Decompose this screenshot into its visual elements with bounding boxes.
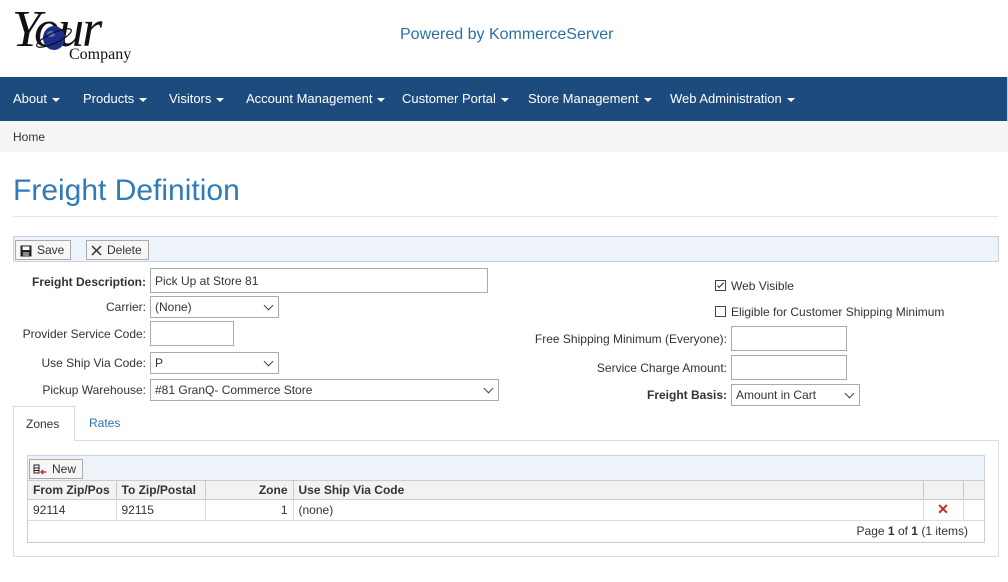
header: Your Company Powered by KommerceServer	[0, 0, 1008, 77]
save-button[interactable]: Save	[15, 240, 72, 260]
title-divider	[13, 216, 998, 217]
provider-service-code-input[interactable]	[150, 321, 234, 346]
close-icon	[91, 245, 102, 256]
nav-visitors[interactable]: Visitors	[169, 91, 225, 106]
globe-icon	[36, 26, 72, 50]
nav-account-management-label: Account Management	[246, 91, 373, 106]
freight-description-label: Freight Description:	[31, 275, 146, 289]
pickup-warehouse-select[interactable]: #81 GranQ- Commerce Store	[150, 379, 499, 401]
column-header-spacer	[963, 481, 984, 500]
delete-button-label: Delete	[107, 243, 142, 257]
breadcrumb-home[interactable]: Home	[13, 130, 45, 144]
nav-customer-portal[interactable]: Customer Portal	[402, 91, 509, 106]
column-header-to-zip[interactable]: To Zip/Postal	[116, 481, 206, 500]
chevron-down-icon	[844, 388, 855, 399]
nav-visitors-label: Visitors	[169, 91, 212, 106]
form-toolbar: Save Delete	[13, 236, 999, 262]
caret-down-icon	[786, 97, 795, 102]
nav-web-administration-label: Web Administration	[670, 91, 782, 106]
web-visible-label: Web Visible	[731, 279, 794, 293]
pickup-warehouse-value: #81 GranQ- Commerce Store	[155, 383, 313, 397]
chevron-down-icon	[263, 300, 274, 311]
chevron-down-icon	[263, 356, 274, 367]
cell-zone: 1	[205, 499, 294, 521]
use-ship-via-code-value: P	[155, 356, 164, 370]
table-row[interactable]: 92114 92115 1 (none) ✕	[28, 499, 984, 521]
nav-store-management[interactable]: Store Management	[528, 91, 652, 106]
eligible-customer-shipping-minimum-label: Eligible for Customer Shipping Minimum	[731, 305, 945, 319]
cell-use-ship-via-code: (none)	[293, 499, 924, 521]
nav-store-management-label: Store Management	[528, 91, 639, 106]
service-charge-amount-label: Service Charge Amount:	[596, 361, 727, 375]
new-zone-button-label: New	[52, 462, 77, 476]
cell-from-zip: 92114	[28, 499, 117, 521]
new-zone-button[interactable]: New	[29, 459, 84, 479]
caret-down-icon	[500, 97, 509, 102]
caret-down-icon	[377, 97, 386, 102]
column-header-zone[interactable]: Zone	[205, 481, 294, 500]
powered-by-text: Powered by KommerceServer	[400, 26, 614, 43]
grid-pager: Page 1 of 1 (1 items)	[857, 524, 968, 538]
web-visible-checkbox[interactable]	[715, 280, 726, 291]
pager-total-pages: 1	[911, 524, 918, 538]
column-header-from-zip[interactable]: From Zip/Pos	[28, 481, 117, 500]
chevron-down-icon	[483, 383, 494, 394]
free-shipping-minimum-label: Free Shipping Minimum (Everyone):	[534, 332, 727, 346]
delete-button[interactable]: Delete	[86, 240, 149, 260]
zones-grid: From Zip/Pos To Zip/Postal Zone Use Ship…	[27, 480, 985, 543]
use-ship-via-code-label: Use Ship Via Code:	[41, 356, 146, 370]
pickup-warehouse-label: Pickup Warehouse:	[42, 383, 146, 397]
carrier-select-value: (None)	[155, 300, 192, 314]
provider-service-code-label: Provider Service Code:	[22, 327, 146, 341]
delete-row-icon[interactable]: ✕	[937, 501, 949, 517]
eligible-customer-shipping-minimum-checkbox[interactable]	[715, 306, 726, 317]
use-ship-via-code-select[interactable]: P	[150, 352, 279, 374]
nav-products[interactable]: Products	[83, 91, 148, 106]
save-button-label: Save	[37, 243, 65, 257]
pager-current-page: 1	[887, 524, 895, 538]
checkmark-icon	[716, 280, 725, 289]
caret-down-icon	[51, 97, 60, 102]
column-header-delete	[923, 481, 964, 500]
nav-customer-portal-label: Customer Portal	[402, 91, 496, 106]
cell-to-zip: 92115	[116, 499, 206, 521]
breadcrumb: Home	[0, 121, 1008, 152]
freight-basis-select[interactable]: Amount in Cart	[731, 384, 860, 406]
free-shipping-minimum-input[interactable]	[731, 326, 847, 351]
page-title: Freight Definition	[13, 174, 240, 207]
main-navbar: About Products Visitors Account Manageme…	[0, 77, 1008, 121]
caret-down-icon	[216, 97, 225, 102]
tab-bar: Zones Rates	[13, 406, 999, 441]
zones-grid-header: From Zip/Pos To Zip/Postal Zone Use Ship…	[28, 481, 984, 500]
carrier-select[interactable]: (None)	[150, 296, 279, 318]
pager-of: of	[897, 524, 908, 538]
zones-grid-toolbar: New	[27, 455, 985, 481]
nav-products-label: Products	[83, 91, 135, 106]
freight-basis-value: Amount in Cart	[736, 388, 817, 402]
freight-basis-label: Freight Basis:	[646, 388, 727, 402]
pager-prefix: Page	[856, 524, 885, 538]
nav-about[interactable]: About	[13, 91, 60, 106]
logo-company-text: Company	[69, 46, 132, 63]
column-header-use-ship-via-code[interactable]: Use Ship Via Code	[293, 481, 924, 500]
pager-item-count: (1 items)	[921, 524, 968, 538]
freight-description-input[interactable]: Pick Up at Store 81	[150, 268, 488, 293]
delete-row-cell: ✕	[923, 499, 964, 521]
row-spacer-cell	[963, 499, 984, 521]
caret-down-icon	[139, 97, 148, 102]
carrier-label: Carrier:	[105, 300, 146, 314]
company-logo[interactable]: Your Company	[12, 1, 142, 68]
nav-account-management[interactable]: Account Management	[246, 91, 386, 106]
service-charge-amount-input[interactable]	[731, 355, 847, 380]
caret-down-icon	[643, 97, 652, 102]
nav-about-label: About	[13, 91, 47, 106]
floppy-disk-icon	[20, 245, 32, 257]
tab-zones[interactable]: Zones	[13, 406, 75, 441]
nav-web-administration[interactable]: Web Administration	[670, 91, 795, 106]
add-row-icon	[33, 464, 46, 475]
tab-rates[interactable]: Rates	[77, 406, 132, 441]
